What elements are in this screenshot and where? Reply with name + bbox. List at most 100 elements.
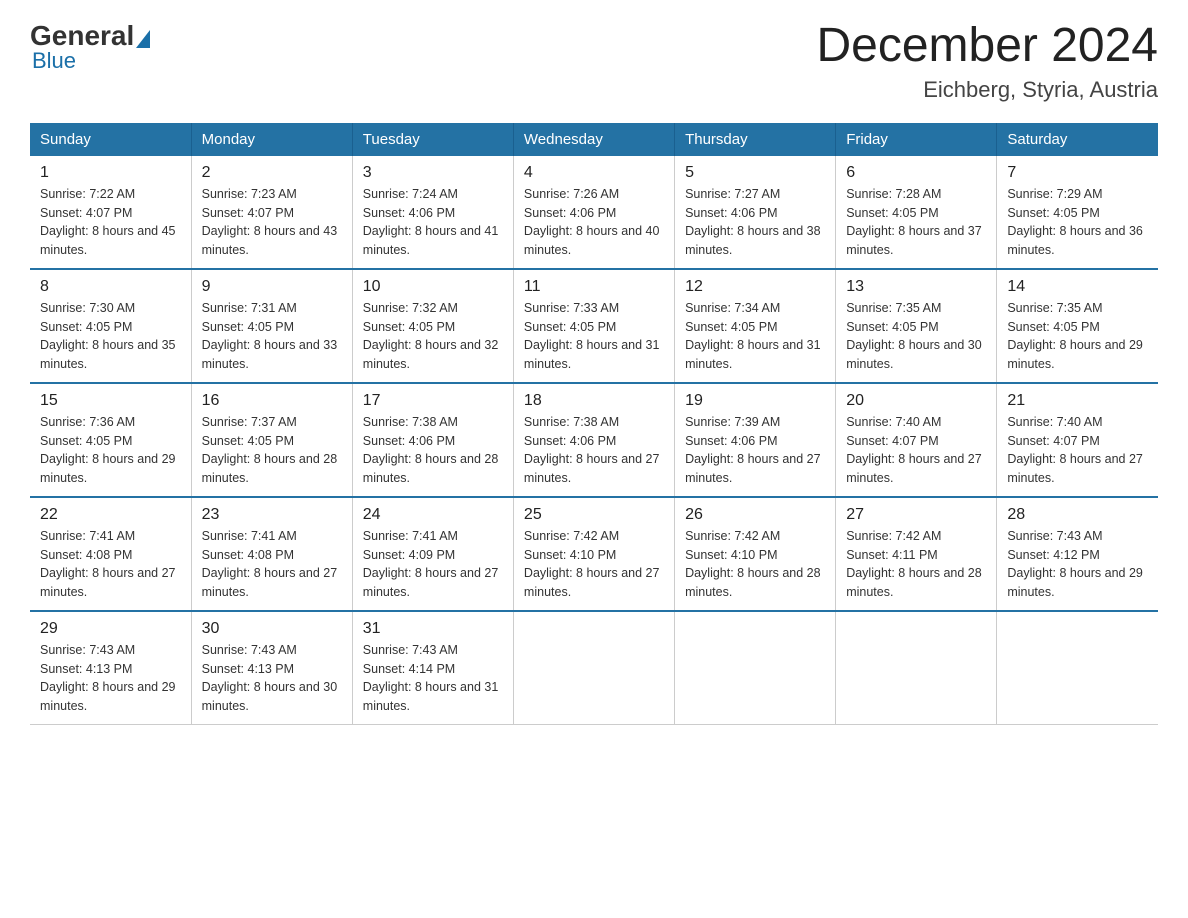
col-tuesday: Tuesday [352, 123, 513, 156]
day-number: 3 [363, 164, 503, 182]
day-number: 16 [202, 392, 342, 410]
table-row: 2 Sunrise: 7:23 AM Sunset: 4:07 PM Dayli… [191, 156, 352, 269]
day-info: Sunrise: 7:34 AM Sunset: 4:05 PM Dayligh… [685, 299, 825, 374]
day-info: Sunrise: 7:27 AM Sunset: 4:06 PM Dayligh… [685, 185, 825, 260]
table-row: 27 Sunrise: 7:42 AM Sunset: 4:11 PM Dayl… [836, 497, 997, 611]
table-row: 28 Sunrise: 7:43 AM Sunset: 4:12 PM Dayl… [997, 497, 1158, 611]
calendar-week-row: 15 Sunrise: 7:36 AM Sunset: 4:05 PM Dayl… [30, 383, 1158, 497]
col-wednesday: Wednesday [513, 123, 674, 156]
day-number: 12 [685, 278, 825, 296]
day-number: 15 [40, 392, 181, 410]
table-row: 11 Sunrise: 7:33 AM Sunset: 4:05 PM Dayl… [513, 269, 674, 383]
table-row: 9 Sunrise: 7:31 AM Sunset: 4:05 PM Dayli… [191, 269, 352, 383]
day-number: 21 [1007, 392, 1148, 410]
day-info: Sunrise: 7:26 AM Sunset: 4:06 PM Dayligh… [524, 185, 664, 260]
day-number: 29 [40, 620, 181, 638]
day-info: Sunrise: 7:41 AM Sunset: 4:08 PM Dayligh… [202, 527, 342, 602]
table-row: 24 Sunrise: 7:41 AM Sunset: 4:09 PM Dayl… [352, 497, 513, 611]
day-info: Sunrise: 7:40 AM Sunset: 4:07 PM Dayligh… [1007, 413, 1148, 488]
table-row [836, 611, 997, 725]
day-number: 23 [202, 506, 342, 524]
day-number: 5 [685, 164, 825, 182]
table-row: 23 Sunrise: 7:41 AM Sunset: 4:08 PM Dayl… [191, 497, 352, 611]
col-monday: Monday [191, 123, 352, 156]
day-info: Sunrise: 7:37 AM Sunset: 4:05 PM Dayligh… [202, 413, 342, 488]
day-info: Sunrise: 7:24 AM Sunset: 4:06 PM Dayligh… [363, 185, 503, 260]
day-info: Sunrise: 7:38 AM Sunset: 4:06 PM Dayligh… [363, 413, 503, 488]
day-number: 10 [363, 278, 503, 296]
day-number: 27 [846, 506, 986, 524]
day-number: 6 [846, 164, 986, 182]
table-row: 6 Sunrise: 7:28 AM Sunset: 4:05 PM Dayli… [836, 156, 997, 269]
table-row: 31 Sunrise: 7:43 AM Sunset: 4:14 PM Dayl… [352, 611, 513, 725]
day-info: Sunrise: 7:31 AM Sunset: 4:05 PM Dayligh… [202, 299, 342, 374]
day-number: 2 [202, 164, 342, 182]
table-row: 25 Sunrise: 7:42 AM Sunset: 4:10 PM Dayl… [513, 497, 674, 611]
day-number: 13 [846, 278, 986, 296]
page-header: General Blue December 2024 Eichberg, Sty… [30, 20, 1158, 103]
day-info: Sunrise: 7:35 AM Sunset: 4:05 PM Dayligh… [846, 299, 986, 374]
table-row: 5 Sunrise: 7:27 AM Sunset: 4:06 PM Dayli… [675, 156, 836, 269]
day-number: 22 [40, 506, 181, 524]
day-number: 7 [1007, 164, 1148, 182]
day-info: Sunrise: 7:32 AM Sunset: 4:05 PM Dayligh… [363, 299, 503, 374]
day-info: Sunrise: 7:42 AM Sunset: 4:11 PM Dayligh… [846, 527, 986, 602]
table-row: 19 Sunrise: 7:39 AM Sunset: 4:06 PM Dayl… [675, 383, 836, 497]
table-row: 17 Sunrise: 7:38 AM Sunset: 4:06 PM Dayl… [352, 383, 513, 497]
day-info: Sunrise: 7:35 AM Sunset: 4:05 PM Dayligh… [1007, 299, 1148, 374]
calendar-week-row: 29 Sunrise: 7:43 AM Sunset: 4:13 PM Dayl… [30, 611, 1158, 725]
day-number: 26 [685, 506, 825, 524]
table-row [997, 611, 1158, 725]
calendar-week-row: 8 Sunrise: 7:30 AM Sunset: 4:05 PM Dayli… [30, 269, 1158, 383]
logo: General Blue [30, 20, 152, 74]
table-row: 29 Sunrise: 7:43 AM Sunset: 4:13 PM Dayl… [30, 611, 191, 725]
day-number: 17 [363, 392, 503, 410]
day-number: 9 [202, 278, 342, 296]
day-info: Sunrise: 7:23 AM Sunset: 4:07 PM Dayligh… [202, 185, 342, 260]
table-row: 16 Sunrise: 7:37 AM Sunset: 4:05 PM Dayl… [191, 383, 352, 497]
table-row: 30 Sunrise: 7:43 AM Sunset: 4:13 PM Dayl… [191, 611, 352, 725]
calendar-table: Sunday Monday Tuesday Wednesday Thursday… [30, 123, 1158, 725]
day-info: Sunrise: 7:30 AM Sunset: 4:05 PM Dayligh… [40, 299, 181, 374]
day-number: 14 [1007, 278, 1148, 296]
logo-triangle-icon [136, 30, 150, 48]
day-number: 4 [524, 164, 664, 182]
table-row: 10 Sunrise: 7:32 AM Sunset: 4:05 PM Dayl… [352, 269, 513, 383]
table-row: 20 Sunrise: 7:40 AM Sunset: 4:07 PM Dayl… [836, 383, 997, 497]
table-row [675, 611, 836, 725]
day-info: Sunrise: 7:40 AM Sunset: 4:07 PM Dayligh… [846, 413, 986, 488]
header-row: Sunday Monday Tuesday Wednesday Thursday… [30, 123, 1158, 156]
day-number: 8 [40, 278, 181, 296]
day-number: 19 [685, 392, 825, 410]
calendar-week-row: 1 Sunrise: 7:22 AM Sunset: 4:07 PM Dayli… [30, 156, 1158, 269]
day-info: Sunrise: 7:28 AM Sunset: 4:05 PM Dayligh… [846, 185, 986, 260]
day-info: Sunrise: 7:43 AM Sunset: 4:13 PM Dayligh… [40, 641, 181, 716]
day-number: 1 [40, 164, 181, 182]
day-number: 25 [524, 506, 664, 524]
table-row: 7 Sunrise: 7:29 AM Sunset: 4:05 PM Dayli… [997, 156, 1158, 269]
day-info: Sunrise: 7:33 AM Sunset: 4:05 PM Dayligh… [524, 299, 664, 374]
table-row: 1 Sunrise: 7:22 AM Sunset: 4:07 PM Dayli… [30, 156, 191, 269]
location: Eichberg, Styria, Austria [816, 77, 1158, 103]
day-number: 20 [846, 392, 986, 410]
day-info: Sunrise: 7:41 AM Sunset: 4:08 PM Dayligh… [40, 527, 181, 602]
table-row: 4 Sunrise: 7:26 AM Sunset: 4:06 PM Dayli… [513, 156, 674, 269]
day-number: 28 [1007, 506, 1148, 524]
table-row: 3 Sunrise: 7:24 AM Sunset: 4:06 PM Dayli… [352, 156, 513, 269]
day-info: Sunrise: 7:43 AM Sunset: 4:12 PM Dayligh… [1007, 527, 1148, 602]
table-row: 8 Sunrise: 7:30 AM Sunset: 4:05 PM Dayli… [30, 269, 191, 383]
day-info: Sunrise: 7:36 AM Sunset: 4:05 PM Dayligh… [40, 413, 181, 488]
table-row: 18 Sunrise: 7:38 AM Sunset: 4:06 PM Dayl… [513, 383, 674, 497]
day-number: 18 [524, 392, 664, 410]
logo-blue: Blue [32, 48, 76, 74]
col-thursday: Thursday [675, 123, 836, 156]
table-row: 14 Sunrise: 7:35 AM Sunset: 4:05 PM Dayl… [997, 269, 1158, 383]
day-number: 30 [202, 620, 342, 638]
day-info: Sunrise: 7:41 AM Sunset: 4:09 PM Dayligh… [363, 527, 503, 602]
day-info: Sunrise: 7:43 AM Sunset: 4:13 PM Dayligh… [202, 641, 342, 716]
col-saturday: Saturday [997, 123, 1158, 156]
table-row: 22 Sunrise: 7:41 AM Sunset: 4:08 PM Dayl… [30, 497, 191, 611]
day-info: Sunrise: 7:22 AM Sunset: 4:07 PM Dayligh… [40, 185, 181, 260]
day-number: 24 [363, 506, 503, 524]
title-section: December 2024 Eichberg, Styria, Austria [816, 20, 1158, 103]
